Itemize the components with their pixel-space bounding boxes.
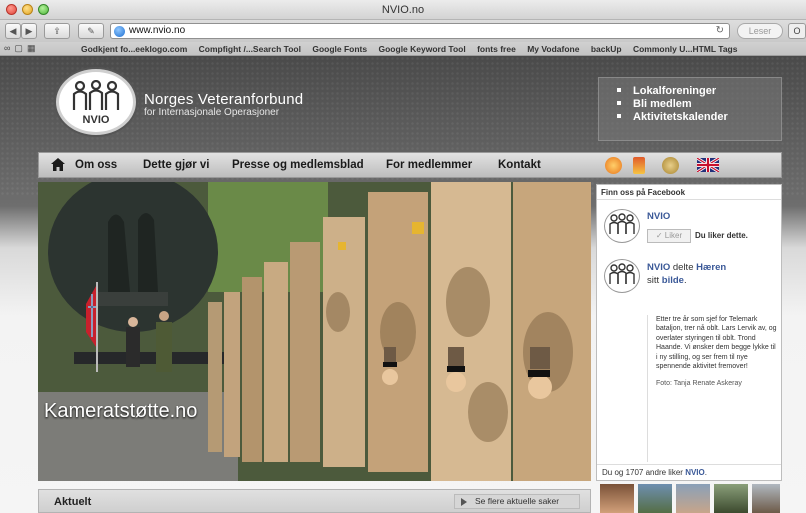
- logo-text: NVIO: [82, 114, 110, 126]
- see-more-label: Se flere aktuelle saker: [475, 496, 560, 506]
- back-button[interactable]: ◀: [5, 23, 21, 39]
- nav-item-om-oss[interactable]: Om oss: [75, 159, 117, 171]
- see-more-news-button[interactable]: Se flere aktuelle saker: [454, 494, 580, 509]
- url-text: www.nvio.no: [129, 25, 186, 36]
- facebook-like-button[interactable]: ✓ Liker: [647, 229, 691, 243]
- share-verb: delte: [672, 262, 694, 273]
- quick-link-label: Lokalforeninger: [633, 85, 717, 97]
- facebook-like-count: Du og 1707 andre liker: [602, 468, 683, 477]
- facebook-share-line: NVIO delte Hæren sitt bilde.: [647, 261, 775, 287]
- fan-avatar[interactable]: [714, 484, 748, 513]
- facebook-post: Etter tre år som sjef for Telemark batal…: [647, 315, 777, 462]
- window-title: NVIO.no: [381, 4, 425, 16]
- bookmark-item[interactable]: Compfight /...Search Tool: [199, 44, 301, 54]
- hero-banner[interactable]: Kameratstøtte.no: [38, 182, 591, 481]
- play-icon: [461, 498, 467, 506]
- nav-item-for-medlemmer[interactable]: For medlemmer: [386, 159, 472, 171]
- bookmark-list: Godkjent fo...eeklogo.com Compfight /...…: [81, 44, 746, 54]
- facebook-liked-text: Du liker dette.: [695, 231, 748, 240]
- news-section-header: Aktuelt Se flere aktuelle saker: [38, 489, 591, 513]
- footer-period: .: [704, 468, 707, 477]
- news-title: Aktuelt: [54, 496, 92, 508]
- bookmarks-bar: ∞▢▦ Godkjent fo...eeklogo.com Compfight …: [0, 42, 806, 56]
- bookmark-item[interactable]: Google Fonts: [312, 44, 367, 54]
- book-icon[interactable]: ▢: [14, 43, 27, 53]
- share-author[interactable]: NVIO: [647, 262, 670, 273]
- fan-avatar[interactable]: [676, 484, 710, 513]
- quick-link[interactable]: Lokalforeninger: [617, 85, 781, 98]
- globe-icon: [114, 26, 125, 37]
- quick-link[interactable]: Bli medlem: [617, 98, 781, 111]
- reader-button[interactable]: Leser: [737, 23, 783, 39]
- badge-orange-icon[interactable]: [605, 157, 622, 174]
- facebook-like-label: Liker: [664, 231, 683, 240]
- veterans-figures-icon: [609, 213, 635, 234]
- history-icon[interactable]: ∞: [4, 43, 14, 53]
- search-icon[interactable]: O: [788, 23, 806, 39]
- quick-link-label: Bli medlem: [633, 98, 692, 110]
- bookmark-item[interactable]: Google Keyword Tool: [379, 44, 466, 54]
- browser-toolbar: ◀ ▶ ⇪ ✎ www.nvio.no ↻ Leser O: [0, 20, 806, 42]
- hero-photo: [38, 182, 591, 481]
- facebook-footer: Du og 1707 andre liker NVIO.: [597, 464, 781, 480]
- badge-un-icon[interactable]: [662, 157, 679, 174]
- grid-icon[interactable]: ▦: [27, 43, 40, 53]
- wrench-icon[interactable]: ✎: [78, 23, 104, 39]
- uk-flag-icon[interactable]: [697, 158, 719, 172]
- share-target[interactable]: Hæren: [696, 262, 726, 273]
- quick-link-label: Aktivitetskalender: [633, 111, 728, 123]
- nvio-avatar[interactable]: [604, 209, 640, 243]
- window-titlebar: NVIO.no: [0, 0, 806, 20]
- fan-avatar[interactable]: [752, 484, 780, 513]
- check-icon: ✓: [655, 231, 665, 240]
- org-subtitle: for Internasjonale Operasjoner: [144, 107, 280, 118]
- veterans-figures-icon: [72, 80, 120, 110]
- main-nav: Om oss Dette gjør vi Presse og medlemsbl…: [38, 152, 782, 178]
- facebook-page-name[interactable]: NVIO: [647, 211, 670, 222]
- page-viewport: NVIO Norges Veteranforbund for Internasj…: [0, 56, 806, 513]
- home-icon[interactable]: [51, 158, 65, 171]
- badge-ribbon-icon[interactable]: [633, 157, 645, 174]
- quick-link[interactable]: Aktivitetskalender: [617, 111, 781, 124]
- hero-caption: Kameratstøtte.no: [44, 400, 198, 422]
- bookmark-item[interactable]: My Vodafone: [527, 44, 579, 54]
- share-link[interactable]: bilde: [662, 275, 684, 286]
- bookmark-item[interactable]: fonts free: [477, 44, 516, 54]
- nav-item-kontakt[interactable]: Kontakt: [498, 159, 541, 171]
- nvio-logo[interactable]: NVIO: [56, 69, 136, 135]
- fan-avatar[interactable]: [600, 484, 634, 513]
- facebook-post-credit: Foto: Tanja Renate Askeray: [656, 380, 742, 388]
- share-icon[interactable]: ⇪: [44, 23, 70, 39]
- share-period: .: [683, 275, 687, 286]
- nav-item-presse[interactable]: Presse og medlemsblad: [232, 159, 364, 171]
- bookmark-item[interactable]: backUp: [591, 44, 622, 54]
- bullet-icon: [617, 114, 621, 118]
- site-container: NVIO Norges Veteranforbund for Internasj…: [38, 56, 782, 513]
- bookmark-item[interactable]: Commonly U...HTML Tags: [633, 44, 738, 54]
- bookmark-tools: ∞▢▦: [4, 43, 39, 54]
- reload-icon[interactable]: ↻: [716, 24, 724, 38]
- org-name[interactable]: Norges Veteranforbund: [144, 91, 303, 108]
- facebook-header: Finn oss på Facebook: [597, 185, 781, 200]
- forward-button[interactable]: ▶: [21, 23, 37, 39]
- facebook-footer-link[interactable]: NVIO: [685, 468, 705, 477]
- nvio-avatar[interactable]: [604, 259, 640, 293]
- bullet-icon: [617, 101, 621, 105]
- bookmark-item[interactable]: Godkjent fo...eeklogo.com: [81, 44, 187, 54]
- fan-avatar[interactable]: [638, 484, 672, 513]
- facebook-fans: [596, 484, 782, 513]
- veterans-figures-icon: [609, 263, 635, 284]
- address-bar[interactable]: www.nvio.no ↻: [110, 23, 730, 39]
- facebook-widget: Finn oss på Facebook NVIO ✓ Liker Du lik…: [596, 184, 782, 481]
- bullet-icon: [617, 88, 621, 92]
- nav-item-dette-gjor-vi[interactable]: Dette gjør vi: [143, 159, 209, 171]
- share-sitt: sitt: [647, 275, 660, 286]
- quick-links-box: Lokalforeninger Bli medlem Aktivitetskal…: [598, 77, 782, 141]
- facebook-post-text: Etter tre år som sjef for Telemark batal…: [656, 316, 777, 371]
